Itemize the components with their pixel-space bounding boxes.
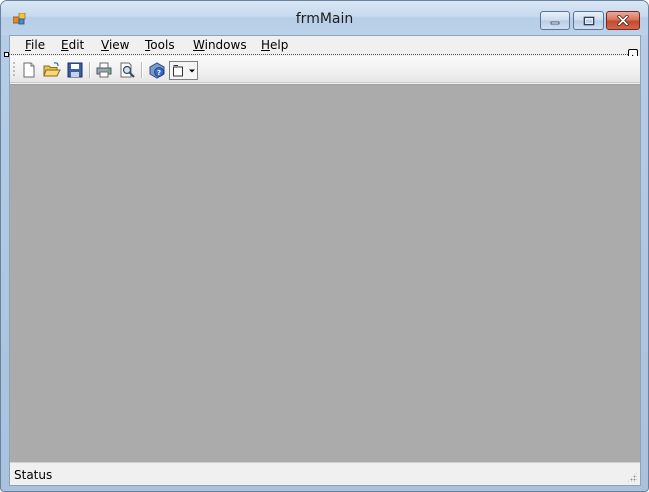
main-window: frmMain File Edit View Tools Windows Hel…: [0, 0, 649, 492]
toolbar: ?: [10, 56, 640, 83]
new-document-icon[interactable]: [20, 61, 38, 79]
print-preview-icon[interactable]: [118, 61, 136, 79]
status-bar: Status: [10, 462, 640, 485]
menu-tools[interactable]: Tools: [145, 38, 175, 52]
selection-handle[interactable]: [4, 52, 9, 57]
menu-windows[interactable]: Windows: [193, 38, 247, 52]
toolbar-separator: [141, 62, 142, 78]
toolbar-separator: [89, 62, 90, 78]
menu-bar: File Edit View Tools Windows Help: [10, 36, 640, 54]
open-folder-icon[interactable]: [43, 61, 61, 79]
size-grip-icon[interactable]: [627, 472, 637, 482]
designer-selection-line: [4, 54, 638, 55]
close-button[interactable]: [606, 11, 640, 30]
maximize-icon: [583, 16, 594, 25]
maximize-button[interactable]: [573, 11, 604, 30]
window-split-button[interactable]: [169, 61, 198, 80]
mdi-container[interactable]: [10, 84, 640, 462]
minimize-icon: [550, 21, 560, 24]
menu-file[interactable]: File: [25, 38, 45, 52]
close-icon: [617, 15, 629, 26]
menu-edit[interactable]: Edit: [61, 38, 84, 52]
save-disk-icon[interactable]: [66, 61, 84, 79]
menu-help[interactable]: Help: [261, 38, 288, 52]
minimize-button[interactable]: [540, 11, 570, 30]
toolbar-grip[interactable]: [13, 61, 15, 78]
client-area: File Edit View Tools Windows Help ? Stat…: [4, 35, 641, 486]
menu-view[interactable]: View: [101, 38, 129, 52]
printer-icon[interactable]: [95, 61, 113, 79]
svg-text:?: ?: [157, 69, 161, 77]
help-icon[interactable]: ?: [148, 61, 166, 79]
status-label: Status: [14, 468, 53, 482]
window-dropdown-icon: [173, 65, 183, 77]
chevron-down-icon: [189, 69, 195, 73]
title-bar[interactable]: frmMain: [1, 1, 648, 35]
